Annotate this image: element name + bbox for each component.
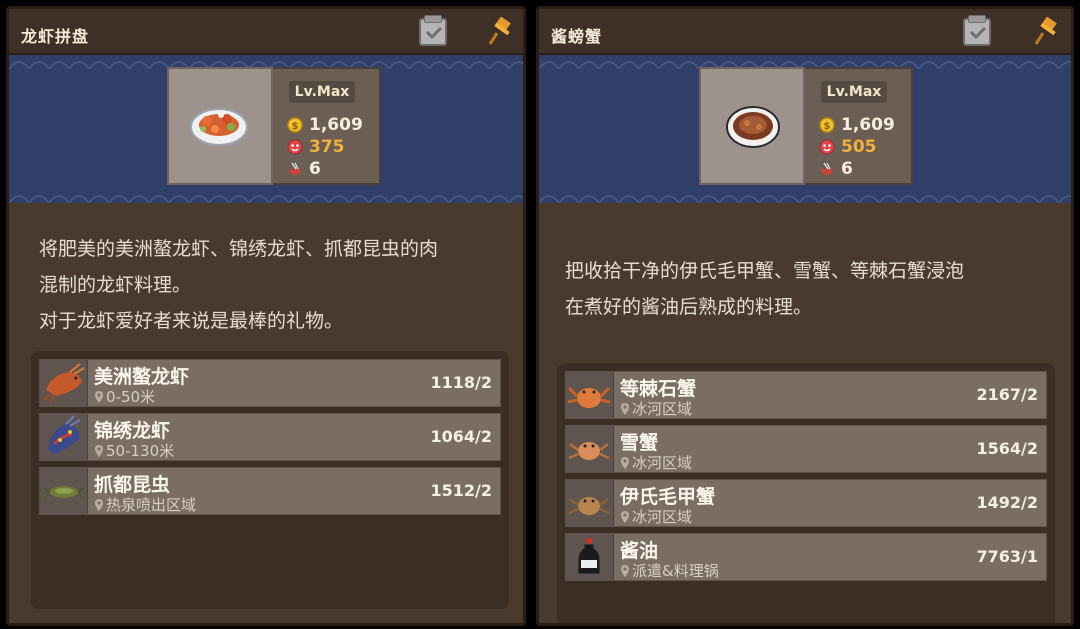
lobster-icon <box>40 360 88 406</box>
location-pin-icon <box>621 565 629 577</box>
location-pin-icon <box>621 511 629 523</box>
svg-text:$: $ <box>824 121 831 132</box>
price-stat: $ 1,609 <box>287 115 363 135</box>
location-pin-icon <box>621 403 629 415</box>
ingredient-location: 50-130米 <box>94 440 174 461</box>
svg-text:$: $ <box>292 121 299 132</box>
taste-stat: 505 <box>819 137 877 157</box>
location-pin-icon <box>621 457 629 469</box>
recipe-title: 酱螃蟹 <box>551 27 603 46</box>
ingredient-location: 派遣&料理锅 <box>620 560 719 581</box>
ingredient-list: 等棘石蟹 冰河区域 2167/2 雪蟹 冰河区域 1564/2 伊氏毛甲蟹 冰河… <box>557 363 1055 623</box>
dish-image <box>699 67 805 185</box>
price-value: 1,609 <box>841 115 895 135</box>
level-badge: Lv.Max <box>289 81 355 103</box>
ingredient-list: 美洲螯龙虾 0-50米 1118/2 锦绣龙虾 50-130米 1064/2 抓… <box>31 351 509 609</box>
ingredient-quantity: 2167/2 <box>976 385 1038 404</box>
ingredient-name: 等棘石蟹 <box>620 378 697 400</box>
gold-coin-icon: $ <box>287 117 303 133</box>
ingredient-quantity: 1492/2 <box>976 493 1038 512</box>
ingredient-name: 酱油 <box>620 540 659 562</box>
lobster-platter-icon <box>190 108 248 146</box>
recipe-panel-lobster: 龙虾拼盘 Lv.Max $ 1,609 375 6 将肥美的美洲螯龙虾、锦绣龙虾… <box>6 6 526 626</box>
ingredient-location: 热泉喷出区域 <box>94 494 196 515</box>
taste-face-icon <box>819 139 835 155</box>
dish-stats: Lv.Max $ 1,609 375 6 <box>273 67 381 185</box>
location-pin-icon <box>95 499 103 511</box>
ingredient-location: 0-50米 <box>94 386 155 407</box>
clipboard-check-icon[interactable] <box>963 15 991 46</box>
pin-icon[interactable] <box>1033 17 1059 47</box>
title-bar: 酱螃蟹 <box>539 9 1071 55</box>
king-crab-icon <box>566 372 614 418</box>
dish-image <box>167 67 273 185</box>
ingredient-quantity: 1564/2 <box>976 439 1038 458</box>
clipboard-check-icon[interactable] <box>419 15 447 46</box>
gold-coin-icon: $ <box>819 117 835 133</box>
servings-stat: 6 <box>819 159 853 179</box>
description-line: 对于龙虾爱好者来说是最棒的礼物。 <box>39 310 344 332</box>
servings-value: 6 <box>309 159 321 179</box>
description-line: 在煮好的酱油后熟成的料理。 <box>565 296 813 318</box>
ingredient-quantity: 1512/2 <box>430 481 492 500</box>
snow-crab-icon <box>566 426 614 472</box>
taste-face-icon <box>287 139 303 155</box>
ingredient-name: 锦绣龙虾 <box>94 420 171 442</box>
dish-stats: Lv.Max $ 1,609 505 6 <box>805 67 913 185</box>
ingredient-row[interactable]: 酱油 派遣&料理锅 7763/1 <box>565 533 1047 581</box>
taste-value: 505 <box>841 137 877 157</box>
recipe-panel-crab: 酱螃蟹 Lv.Max $ 1,609 505 6 把收拾干净的伊氏毛甲蟹、雪蟹、… <box>536 6 1074 626</box>
ingredient-quantity: 1118/2 <box>430 373 492 392</box>
pin-icon[interactable] <box>487 17 513 47</box>
ingredient-row[interactable]: 雪蟹 冰河区域 1564/2 <box>565 425 1047 473</box>
ingredient-name: 伊氏毛甲蟹 <box>620 486 716 508</box>
ingredient-row[interactable]: 抓都昆虫 热泉喷出区域 1512/2 <box>39 467 501 515</box>
painted-lobster-icon <box>40 414 88 460</box>
price-stat: $ 1,609 <box>819 115 895 135</box>
description-line: 混制的龙虾料理。 <box>39 274 192 296</box>
ingredient-row[interactable]: 伊氏毛甲蟹 冰河区域 1492/2 <box>565 479 1047 527</box>
description-line: 将肥美的美洲螯龙虾、锦绣龙虾、抓都昆虫的肉 <box>39 238 439 260</box>
ingredient-name: 抓都昆虫 <box>94 474 171 496</box>
soy-sauce-icon <box>566 534 614 580</box>
price-value: 1,609 <box>309 115 363 135</box>
title-bar: 龙虾拼盘 <box>9 9 523 55</box>
level-badge: Lv.Max <box>821 81 887 103</box>
taste-stat: 375 <box>287 137 345 157</box>
ingredient-location: 冰河区域 <box>620 398 692 419</box>
location-pin-icon <box>95 445 103 457</box>
ingredient-location: 冰河区域 <box>620 506 692 527</box>
dish-banner: Lv.Max $ 1,609 375 6 <box>9 55 523 203</box>
ingredient-location: 冰河区域 <box>620 452 692 473</box>
ingredient-name: 雪蟹 <box>620 432 659 454</box>
description-line: 把收拾干净的伊氏毛甲蟹、雪蟹、等棘石蟹浸泡 <box>565 260 965 282</box>
ingredient-quantity: 7763/1 <box>976 547 1038 566</box>
ingredient-quantity: 1064/2 <box>430 427 492 446</box>
ingredient-row[interactable]: 等棘石蟹 冰河区域 2167/2 <box>565 371 1047 419</box>
dish-card: Lv.Max $ 1,609 375 6 <box>167 67 381 185</box>
location-pin-icon <box>95 391 103 403</box>
dish-banner: Lv.Max $ 1,609 505 6 <box>539 55 1071 203</box>
servings-stat: 6 <box>287 159 321 179</box>
recipe-title: 龙虾拼盘 <box>21 27 90 46</box>
taste-value: 375 <box>309 137 345 157</box>
ingredient-row[interactable]: 美洲螯龙虾 0-50米 1118/2 <box>39 359 501 407</box>
ingredient-row[interactable]: 锦绣龙虾 50-130米 1064/2 <box>39 413 501 461</box>
soy-crab-dish-icon <box>726 106 780 148</box>
dish-description: 将肥美的美洲螯龙虾、锦绣龙虾、抓都昆虫的肉 混制的龙虾料理。 对于龙虾爱好者来说… <box>39 231 509 339</box>
bowl-icon <box>821 162 833 175</box>
dish-description: 把收拾干净的伊氏毛甲蟹、雪蟹、等棘石蟹浸泡 在煮好的酱油后熟成的料理。 <box>565 253 1035 325</box>
servings-value: 6 <box>841 159 853 179</box>
hairy-crab-icon <box>566 480 614 526</box>
dish-card: Lv.Max $ 1,609 505 6 <box>699 67 913 185</box>
bug-icon <box>40 468 88 514</box>
ingredient-name: 美洲螯龙虾 <box>94 366 190 388</box>
bowl-icon <box>289 162 301 175</box>
